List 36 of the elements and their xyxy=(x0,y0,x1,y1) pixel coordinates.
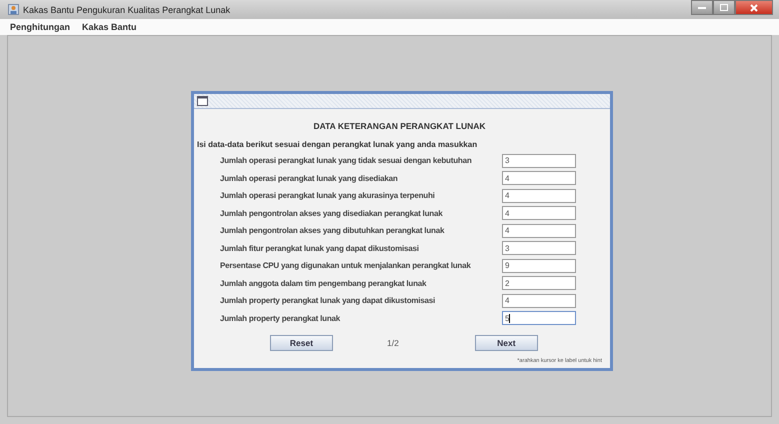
input-field[interactable]: 4 xyxy=(502,224,576,238)
minimize-icon xyxy=(698,6,706,9)
menu-item[interactable]: Penghitungan xyxy=(6,22,74,32)
close-icon xyxy=(750,4,758,12)
page-indicator: 1/2 xyxy=(387,338,399,348)
next-button[interactable]: Next xyxy=(474,335,538,351)
input-field[interactable]: 4 xyxy=(502,294,576,308)
input-field[interactable]: 4 xyxy=(502,206,576,220)
field-label: Jumlah property perangkat lunak xyxy=(220,314,342,323)
field-label: Jumlah pengontrolan akses yang dibutuhkan perangkat lunak xyxy=(220,226,446,236)
instruction-text: Isi data-data berikut sesuai dengan perangkat lunak yang anda masukkan xyxy=(197,140,478,149)
input-field[interactable]: 5 xyxy=(502,311,576,326)
app-icon xyxy=(8,4,19,15)
input-field[interactable]: 4 xyxy=(502,188,576,203)
maximize-button[interactable] xyxy=(713,0,735,15)
field-label: Jumlah pengontrolan akses yang disediakan perangkat lunak xyxy=(220,208,444,218)
field-label: Jumlah operasi perangkat lunak yang akurasinya terpenuhi xyxy=(220,191,436,200)
field-label: Jumlah operasi perangkat lunak yang tidak sesuai dengan kebutuhan xyxy=(220,156,473,166)
input-field[interactable]: 4 xyxy=(502,171,576,186)
input-field[interactable]: 3 xyxy=(502,154,576,168)
menu-item[interactable]: Kakas Bantu xyxy=(78,22,141,32)
reset-button[interactable]: Reset xyxy=(270,335,333,351)
window-title: Kakas Bantu Pengukuran Kualitas Perangkat Lunak xyxy=(23,4,230,14)
input-field[interactable]: 9 xyxy=(502,258,576,273)
close-button[interactable] xyxy=(735,0,773,15)
dialog-heading: DATA KETERANGAN PERANGKAT LUNAK xyxy=(312,121,487,131)
minimize-button[interactable] xyxy=(691,0,713,15)
field-label: Jumlah property perangkat lunak yang dapat dikustomisasi xyxy=(220,296,436,306)
input-field[interactable]: 2 xyxy=(502,276,576,290)
frame-icon xyxy=(197,96,208,106)
field-label: Persentase CPU yang digunakan untuk menjalankan perangkat lunak xyxy=(220,261,472,270)
field-label: Jumlah anggota dalam tim pengembang perangkat lunak xyxy=(220,278,428,288)
maximize-icon xyxy=(720,4,728,11)
field-label: Jumlah operasi perangkat lunak yang disediakan xyxy=(220,174,399,183)
input-field[interactable]: 3 xyxy=(502,241,576,256)
field-label: Jumlah fitur perangkat lunak yang dapat dikustomisasi xyxy=(220,244,420,253)
